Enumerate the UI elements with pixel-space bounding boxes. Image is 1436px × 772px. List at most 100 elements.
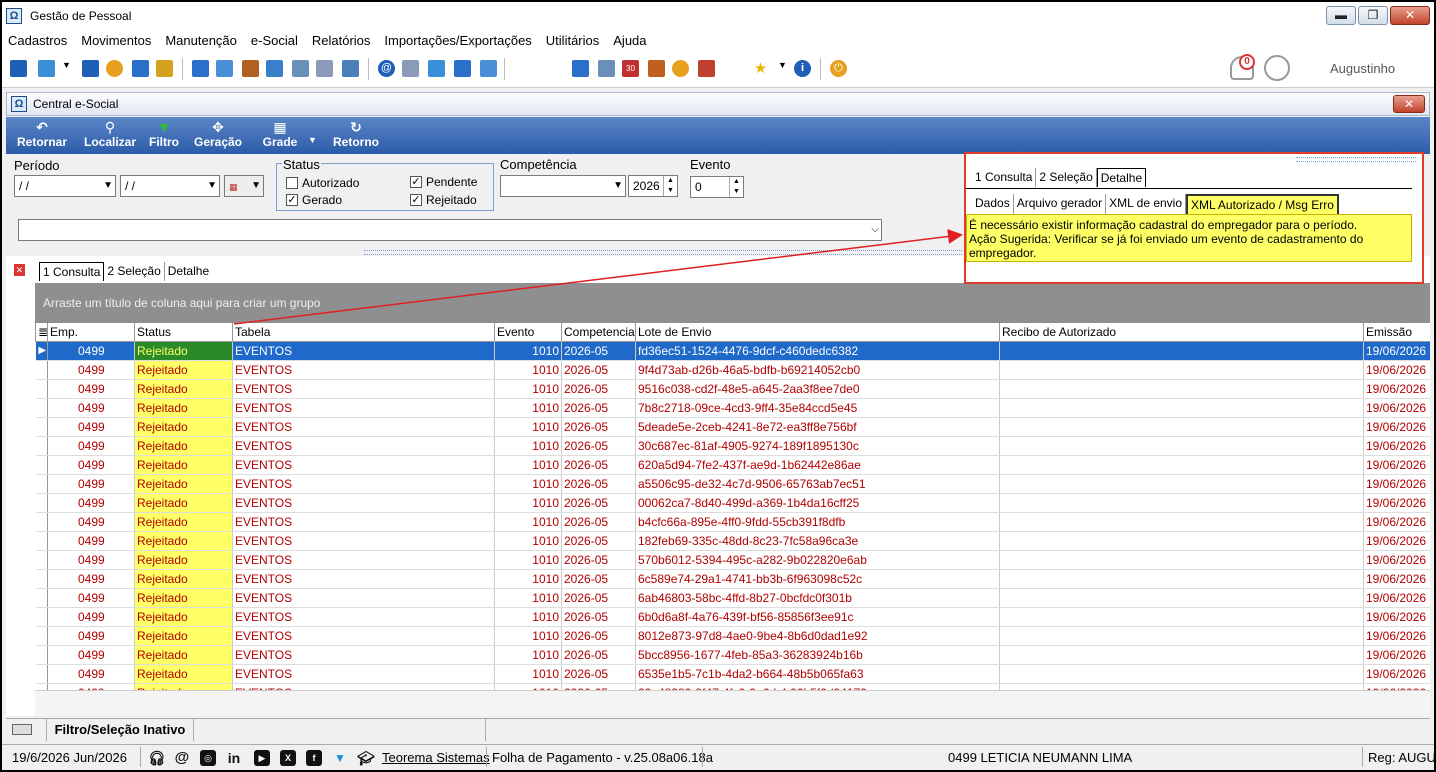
grid-cell[interactable]: 19/06/2026 (1363, 569, 1430, 589)
column-header[interactable]: Recibo de Autorizado (999, 323, 1364, 342)
form-icon[interactable] (216, 60, 233, 77)
column-header[interactable]: Lote de Envio (635, 323, 1000, 342)
grid-cell[interactable]: 19/06/2026 (1363, 626, 1430, 646)
grid-cell[interactable] (999, 512, 1364, 532)
table-row[interactable]: 0499RejeitadoEVENTOS10102026-0522e48380-… (35, 683, 1430, 690)
table-row[interactable]: 0499 Rejeitado EVENTOS 1010 2026-05 7b8c2718-… (35, 398, 1430, 418)
grid-cell[interactable]: 1010 (494, 683, 562, 690)
subtab-xml-autorizado[interactable]: XML Autorizado / Msg Erro (1186, 194, 1339, 216)
grid-cell[interactable]: 1010 (494, 417, 562, 437)
grid-cell[interactable]: EVENTOS (232, 531, 495, 551)
grid-cell[interactable]: EVENTOS (232, 474, 495, 494)
grid-cell[interactable] (999, 664, 1364, 684)
grid-cell[interactable]: 2026-05 (561, 683, 636, 690)
grid-cell[interactable]: EVENTOS (232, 626, 495, 646)
horizontal-scrollbar[interactable] (35, 690, 1430, 716)
retorno-button[interactable]: ↻ Retorno (328, 119, 384, 149)
grid-cell[interactable]: 1010 (494, 379, 562, 399)
grid-cell[interactable]: Rejeitado (134, 626, 233, 646)
table-row[interactable]: 0499 Rejeitado EVENTOS 1010 2026-05 6c589e74-… (35, 569, 1430, 589)
grid-cell[interactable]: Rejeitado (134, 455, 233, 475)
export-icon[interactable] (428, 60, 445, 77)
table-row[interactable]: 0499 Rejeitado EVENTOS 1010 2026-05 30c687ec-… (35, 436, 1430, 456)
grid-cell[interactable]: Rejeitado (134, 531, 233, 551)
grid-cell[interactable]: 2026-05 (561, 550, 636, 570)
grid-cell[interactable]: b4cfc66a-895e-4ff0-9fdd-55cb391f8dfb (635, 512, 1000, 532)
grid-cell[interactable]: 2026-05 (561, 512, 636, 532)
email-at-icon[interactable]: @ (174, 750, 190, 766)
youtube-icon[interactable]: ▶ (254, 750, 270, 766)
grid-cell[interactable]: 19/06/2026 (1363, 683, 1430, 690)
row-indicator[interactable] (35, 455, 48, 475)
grid-cell[interactable]: 0499 (47, 512, 135, 532)
grid-cell[interactable]: Rejeitado (134, 645, 233, 665)
grid-cell[interactable]: 2026-05 (561, 607, 636, 627)
grid-cell[interactable]: Rejeitado (134, 512, 233, 532)
document-icon[interactable] (316, 60, 333, 77)
grid-cell[interactable]: 0499 (47, 493, 135, 513)
geracao-button[interactable]: ✥ Geração (192, 119, 244, 149)
building-icon[interactable] (132, 60, 149, 77)
grid-cell[interactable]: 6535e1b5-7c1b-4da2-b664-48b5b065fa63 (635, 664, 1000, 684)
grid-cell[interactable] (999, 588, 1364, 608)
grid-cell[interactable]: 620a5d94-7fe2-437f-ae9d-1b62442e86ae (635, 455, 1000, 475)
dropdown-arrow-icon[interactable]: ▼ (778, 60, 787, 70)
grid-cell[interactable]: 1010 (494, 588, 562, 608)
grid-cell[interactable] (999, 341, 1364, 361)
calendar-picker-button[interactable]: ▦ ▼ (224, 175, 264, 197)
year-spinner[interactable]: 2026 ▲ ▼ (628, 175, 678, 197)
grid-cell[interactable]: 1010 (494, 645, 562, 665)
tab-consulta[interactable]: 1 Consulta (39, 262, 105, 281)
column-chooser-icon[interactable]: ≣ (35, 323, 48, 342)
callout-tab-selecao[interactable]: 2 Seleção (1036, 168, 1097, 187)
grid-cell[interactable]: 0499 (47, 436, 135, 456)
book-icon[interactable] (82, 60, 99, 77)
evento-spinner[interactable]: 0 ▲ ▼ (690, 176, 744, 198)
grid-cell[interactable]: 2026-05 (561, 626, 636, 646)
grid-cell[interactable]: 19/06/2026 (1363, 341, 1430, 361)
panel-splitter[interactable] (364, 250, 962, 255)
grid-cell[interactable]: 6ab46803-58bc-4ffd-8b27-0bcfdc0f301b (635, 588, 1000, 608)
dropdown-arrow-icon[interactable]: ▼ (62, 60, 71, 70)
row-indicator[interactable] (35, 645, 48, 665)
grid-cell[interactable]: 19/06/2026 (1363, 493, 1430, 513)
star-icon[interactable]: ★ (752, 60, 769, 77)
checkbox-autorizado[interactable]: Autorizado (286, 176, 359, 190)
grid-cell[interactable]: 0499 (47, 607, 135, 627)
row-indicator[interactable] (35, 626, 48, 646)
grid-cell[interactable]: 2026-05 (561, 588, 636, 608)
people-icon[interactable] (156, 60, 173, 77)
menu-manutencao[interactable]: Manutenção (165, 33, 237, 48)
checkbox-gerado[interactable]: ✓ Gerado (286, 193, 342, 207)
grid-cell[interactable] (999, 474, 1364, 494)
grid-cell[interactable]: 1010 (494, 531, 562, 551)
grid-cell[interactable]: 19/06/2026 (1363, 360, 1430, 380)
table-row[interactable]: 0499 Rejeitado EVENTOS 1010 2026-05 6535e1b5-… (35, 664, 1430, 684)
grid-cell[interactable]: EVENTOS (232, 550, 495, 570)
row-indicator[interactable] (35, 664, 48, 684)
table-row[interactable]: 0499 Rejeitado EVENTOS 1010 2026-05 8012e873-… (35, 626, 1430, 646)
table-row[interactable]: 0499 Rejeitado EVENTOS 1010 2026-05 5deade5e-… (35, 417, 1430, 437)
grid-cell[interactable]: 9f4d73ab-d26b-46a5-bdfb-b69214052cb0 (635, 360, 1000, 380)
checkbox-rejeitado[interactable]: ✓ Rejeitado (410, 193, 477, 207)
grid-cell[interactable]: 19/06/2026 (1363, 398, 1430, 418)
grid-cell[interactable]: 1010 (494, 664, 562, 684)
grid-cell[interactable] (999, 645, 1364, 665)
menu-relatorios[interactable]: Relatórios (312, 33, 371, 48)
grid-cell[interactable]: 1010 (494, 550, 562, 570)
grid-cell[interactable]: 2026-05 (561, 436, 636, 456)
menu-utilitarios[interactable]: Utilitários (546, 33, 599, 48)
row-indicator[interactable] (35, 474, 48, 494)
grid-cell[interactable] (999, 493, 1364, 513)
grid-cell[interactable]: 22e48380-8f47-4fc9-9a6d-4.06b5f6d94179 (635, 683, 1000, 690)
grid-cell[interactable]: 1010 (494, 607, 562, 627)
instagram-icon[interactable]: ◎ (200, 750, 216, 766)
printer-icon[interactable] (292, 60, 309, 77)
grid-cell[interactable]: a5506c95-de32-4c7d-9506-65763ab7ec51 (635, 474, 1000, 494)
row-indicator[interactable] (35, 512, 48, 532)
column-header[interactable]: Emp. (47, 323, 135, 342)
grid-cell[interactable]: 0499 (47, 569, 135, 589)
grid-cell[interactable]: EVENTOS (232, 455, 495, 475)
edit-doc-icon[interactable] (480, 60, 497, 77)
grid-cell[interactable] (999, 436, 1364, 456)
